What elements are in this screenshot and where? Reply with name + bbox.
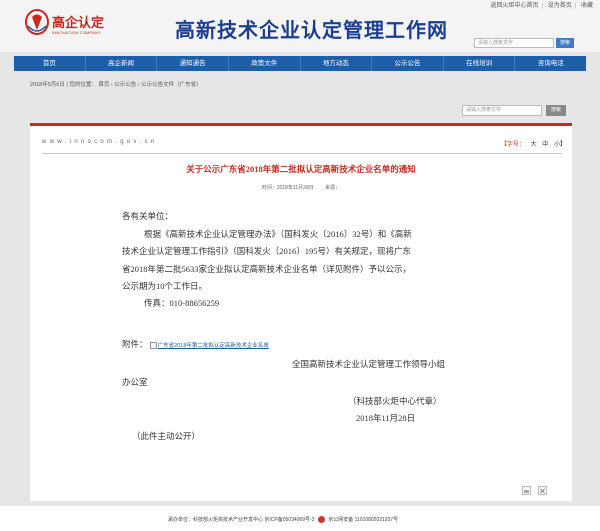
nav-item-notices[interactable]: 通知通告 bbox=[157, 56, 229, 71]
signature-line-1: 全国高新技术企业认定管理工作领导小组 bbox=[292, 359, 446, 369]
font-size-large[interactable]: 大 bbox=[527, 142, 537, 148]
nav-item-home[interactable]: 首页 bbox=[14, 56, 86, 71]
footer-badge-text[interactable]: 京公网安备 11010802021937号 bbox=[328, 517, 398, 523]
article-source: 来源： bbox=[325, 185, 341, 191]
font-size-label: 【字号： bbox=[500, 142, 525, 148]
font-size-medium[interactable]: 中 bbox=[538, 142, 548, 148]
font-size-small[interactable]: 小】 bbox=[550, 142, 566, 148]
attachment-label: 附件： bbox=[122, 339, 148, 349]
paragraph-line-4: 公示期为10个工作日。 bbox=[122, 281, 208, 291]
nav-item-training[interactable]: 在线培训 bbox=[444, 56, 516, 71]
main-nav: 首页 高企新闻 通知通告 政策文件 地方动态 公示公告 在线培训 咨询电话 bbox=[14, 56, 586, 71]
site-header: 高企认定 INNOVATION COMPANY 高新技术企业认定管理工作网 返回… bbox=[0, 0, 600, 52]
toplink-home-torch[interactable]: 返回火炬中心首页 bbox=[487, 3, 541, 9]
article-time: 时间：2018年11月28日 bbox=[261, 185, 314, 191]
logo-text: 高企认定 bbox=[52, 16, 105, 31]
logo-icon bbox=[25, 9, 49, 35]
top-links: 返回火炬中心首页 | 设为首页 | 收藏 bbox=[487, 0, 596, 9]
attachment-row: 附件： 广东省2018年第二批拟认定高新技术企业名单 bbox=[122, 339, 269, 351]
footer-text: 承办单位：科技部火炬高技术产业开发中心 京ICP备05034069号-3 京公网… bbox=[168, 516, 398, 524]
nav-item-local[interactable]: 地方动态 bbox=[301, 56, 373, 71]
article-card: w w w . i n n o c o m . g o v . c n 【字号：… bbox=[30, 123, 572, 501]
fax-line: 传真：010-88656259 bbox=[144, 298, 220, 308]
site-footer: 承办单位：科技部火炬高技术产业开发中心 京ICP备05034069号-3 京公网… bbox=[0, 506, 600, 531]
issue-date: 2018年11月28日 bbox=[356, 413, 416, 423]
nav-item-hotline[interactable]: 咨询电话 bbox=[515, 56, 586, 71]
print-icon[interactable] bbox=[522, 486, 531, 495]
toplink-bookmark[interactable]: 收藏 bbox=[578, 3, 596, 9]
police-badge-icon bbox=[317, 516, 325, 524]
sidebar-search-button[interactable]: 搜索 bbox=[546, 105, 566, 116]
seal-note: （科技部火炬中心代章） bbox=[348, 396, 442, 406]
header-search-input[interactable]: 请输入搜索文字 bbox=[474, 38, 554, 48]
article-meta: 时间：2018年11月28日 来源： bbox=[30, 184, 572, 191]
footer-organizer: 承办单位：科技部火炬高技术产业开发中心 京ICP备05034069号-3 bbox=[168, 517, 315, 523]
breadcrumb: 2018年5月6日 | 您的位置： 首页 › 公示公告 › 公示公告文件（广东省… bbox=[30, 82, 202, 88]
logo-subtext: INNOVATION COMPANY bbox=[52, 30, 101, 35]
font-size-switcher: 【字号： 大 中 小】 bbox=[501, 139, 566, 148]
nav-item-news[interactable]: 高企新闻 bbox=[86, 56, 158, 71]
nav-item-announcements[interactable]: 公示公告 bbox=[372, 56, 444, 71]
site-title: 高新技术企业认定管理工作网 bbox=[175, 18, 448, 42]
public-note: （此件主动公开） bbox=[132, 431, 201, 441]
salutation: 各有关单位： bbox=[122, 211, 174, 221]
nav-item-policy[interactable]: 政策文件 bbox=[229, 56, 301, 71]
attachment-file-icon bbox=[149, 341, 157, 349]
header-divider bbox=[42, 153, 562, 154]
header-search-button[interactable]: 搜索 bbox=[556, 38, 574, 48]
site-logo[interactable]: 高企认定 INNOVATION COMPANY bbox=[24, 8, 124, 42]
site-domain: w w w . i n n o c o m . g o v . c n bbox=[42, 139, 156, 145]
paragraph-line-2: 技术企业认定管理工作指引》（国科发火〔2016〕195号）有关规定，现将广东 bbox=[122, 246, 412, 256]
paragraph-line-3: 省2018年第二批5633家企业拟认定高新技术企业名单（详见附件）予以公示， bbox=[122, 264, 412, 274]
signature-line-2: 办公室 bbox=[122, 377, 148, 387]
paragraph-line-1: 根据《高新技术企业认定管理办法》（国科发火〔2016〕32号）和《高新 bbox=[144, 229, 412, 239]
close-icon[interactable] bbox=[538, 486, 547, 495]
attachment-link[interactable]: 广东省2018年第二批拟认定高新技术企业名单 bbox=[158, 343, 269, 349]
article-title: 关于公示广东省2018年第二批拟认定高新技术企业名单的通知 bbox=[186, 164, 416, 174]
sidebar-search-input[interactable]: 请输入搜索文字 bbox=[462, 105, 542, 116]
toplink-set-home[interactable]: 设为首页 bbox=[545, 3, 575, 9]
